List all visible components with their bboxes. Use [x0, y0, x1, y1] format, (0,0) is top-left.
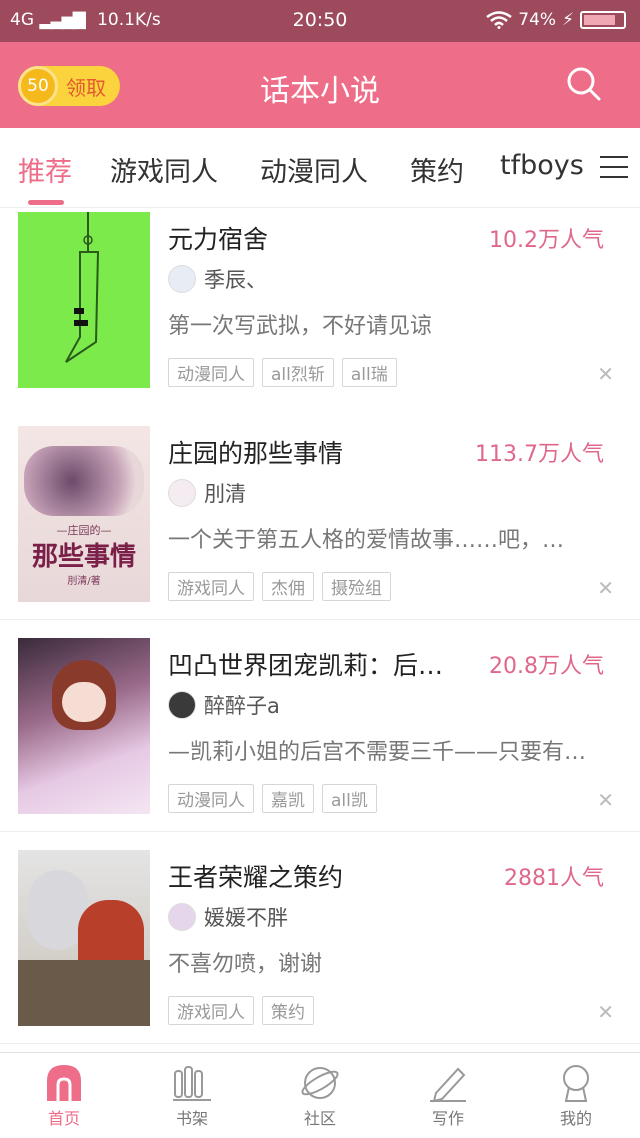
nav-profile[interactable]: 我的 [512, 1063, 640, 1129]
story-feed: 元力宿舍 10.2万人气 季辰、 第一次写武拟，不好请见谅 动漫同人 all烈斩… [0, 208, 640, 1048]
status-bar: 4G ▂▃▅▇ 10.1K/s 20:50 74% ⚡ [0, 0, 640, 42]
tag[interactable]: all凯 [322, 784, 377, 813]
tag[interactable]: 游戏同人 [168, 996, 254, 1025]
story-description: —凯莉小姐的后宫不需要三千——只要有… [168, 740, 587, 765]
wifi-icon [486, 11, 513, 29]
active-tab-indicator [28, 200, 64, 205]
battery-icon [580, 11, 626, 29]
charging-icon: ⚡ [562, 10, 574, 30]
dismiss-icon[interactable]: ✕ [597, 362, 614, 386]
pencil-icon [430, 1067, 466, 1103]
popularity-count: 20.8万人气 [489, 654, 604, 679]
story-card[interactable]: —庄园的— 那些事情 刖清/著 庄园的那些事情 113.7万人气 刖清 一个关于… [0, 408, 640, 620]
story-title: 凹凸世界团宠凯莉：后… [168, 651, 444, 680]
cover-image [18, 212, 150, 388]
cover-art-face [62, 682, 106, 722]
story-cover: —庄园的— 那些事情 刖清/著 [18, 426, 150, 602]
profile-icon [563, 1065, 589, 1102]
tag[interactable]: all烈斩 [262, 358, 334, 387]
tag[interactable]: 动漫同人 [168, 784, 254, 813]
tab-game-fanfic[interactable]: 游戏同人 [110, 150, 218, 189]
tag[interactable]: 游戏同人 [168, 572, 254, 601]
author-name: 季辰、 [204, 268, 267, 292]
tag-list: 动漫同人 all烈斩 all瑞 [168, 358, 397, 387]
bookshelf-icon [173, 1066, 211, 1101]
tag[interactable]: 摄殓组 [322, 572, 391, 601]
bottom-nav: 首页 书架 社区 写作 我的 [0, 1052, 640, 1138]
dismiss-icon[interactable]: ✕ [597, 788, 614, 812]
author-row[interactable]: 媛媛不胖 [168, 902, 288, 932]
story-card[interactable]: 王者荣耀之策约 2881人气 媛媛不胖 不喜勿喷，谢谢 游戏同人 策约 ✕ [0, 832, 640, 1044]
tag[interactable]: 动漫同人 [168, 358, 254, 387]
popularity-count: 113.7万人气 [475, 442, 604, 467]
author-row[interactable]: 醉醉子a [168, 690, 280, 720]
story-description: 第一次写武拟，不好请见谅 [168, 314, 433, 339]
author-name: 醉醉子a [204, 694, 280, 718]
story-cover [18, 638, 150, 814]
tab-tfboys[interactable]: tfboys [500, 150, 584, 181]
tag-list: 游戏同人 杰佣 摄殓组 [168, 572, 391, 601]
battery-percent: 74% [518, 10, 557, 30]
story-description: 一个关于第五人格的爱情故事……吧，… [168, 528, 565, 553]
cover-art-ground [18, 960, 150, 1026]
story-title: 元力宿舍 [168, 225, 269, 254]
nav-label: 社区 [303, 1109, 336, 1128]
tab-anime-fanfic[interactable]: 动漫同人 [260, 150, 368, 189]
cover-image [18, 850, 150, 1026]
nav-label: 首页 [47, 1109, 80, 1128]
avatar [168, 265, 196, 293]
author-name: 刖清 [204, 482, 246, 506]
cover-image [18, 638, 150, 814]
tag[interactable]: all瑞 [341, 358, 397, 387]
tab-ceyue[interactable]: 策约 [410, 150, 464, 189]
home-icon [47, 1065, 81, 1101]
avatar [168, 903, 196, 931]
app-title: 话本小说 [260, 74, 380, 109]
story-title: 庄园的那些事情 [168, 439, 344, 468]
avatar [168, 479, 196, 507]
category-tabs: 推荐 游戏同人 动漫同人 策约 tfboys [0, 128, 640, 208]
tag[interactable]: 嘉凯 [262, 784, 314, 813]
app-header: 50 领取 话本小说 [0, 42, 640, 128]
author-name: 媛媛不胖 [204, 906, 288, 930]
nav-write[interactable]: 写作 [384, 1063, 512, 1129]
popularity-count: 2881人气 [504, 866, 604, 891]
nav-community[interactable]: 社区 [256, 1063, 384, 1129]
author-row[interactable]: 季辰、 [168, 264, 267, 294]
cover-title: 那些事情 [31, 542, 136, 572]
popularity-count: 10.2万人气 [489, 228, 604, 253]
status-right: 74% ⚡ [486, 10, 626, 30]
nav-home[interactable]: 首页 [0, 1063, 128, 1129]
dismiss-icon[interactable]: ✕ [597, 1000, 614, 1024]
story-description: 不喜勿喷，谢谢 [168, 952, 323, 977]
menu-icon[interactable] [600, 156, 628, 180]
author-row[interactable]: 刖清 [168, 478, 246, 508]
nav-label: 书架 [175, 1109, 208, 1128]
cover-image: —庄园的— 那些事情 刖清/著 [18, 426, 150, 602]
story-card[interactable]: 元力宿舍 10.2万人气 季辰、 第一次写武拟，不好请见谅 动漫同人 all烈斩… [0, 208, 640, 420]
tag[interactable]: 策约 [262, 996, 314, 1025]
story-cover [18, 212, 150, 388]
planet-icon [301, 1067, 339, 1099]
nav-bookshelf[interactable]: 书架 [128, 1063, 256, 1129]
cover-art [24, 446, 144, 516]
nav-label: 写作 [431, 1109, 464, 1128]
dismiss-icon[interactable]: ✕ [597, 576, 614, 600]
story-card[interactable]: 凹凸世界团宠凯莉：后… 20.8万人气 醉醉子a —凯莉小姐的后宫不需要三千——… [0, 620, 640, 832]
nav-label: 我的 [559, 1109, 592, 1128]
search-icon[interactable] [566, 66, 602, 102]
tag-list: 游戏同人 策约 [168, 996, 314, 1025]
story-title: 王者荣耀之策约 [168, 863, 344, 892]
tab-recommended[interactable]: 推荐 [18, 150, 72, 189]
story-cover [18, 850, 150, 1026]
tag[interactable]: 杰佣 [262, 572, 314, 601]
tag-list: 动漫同人 嘉凯 all凯 [168, 784, 377, 813]
avatar [168, 691, 196, 719]
cover-author: 刖清/著 [67, 576, 101, 587]
